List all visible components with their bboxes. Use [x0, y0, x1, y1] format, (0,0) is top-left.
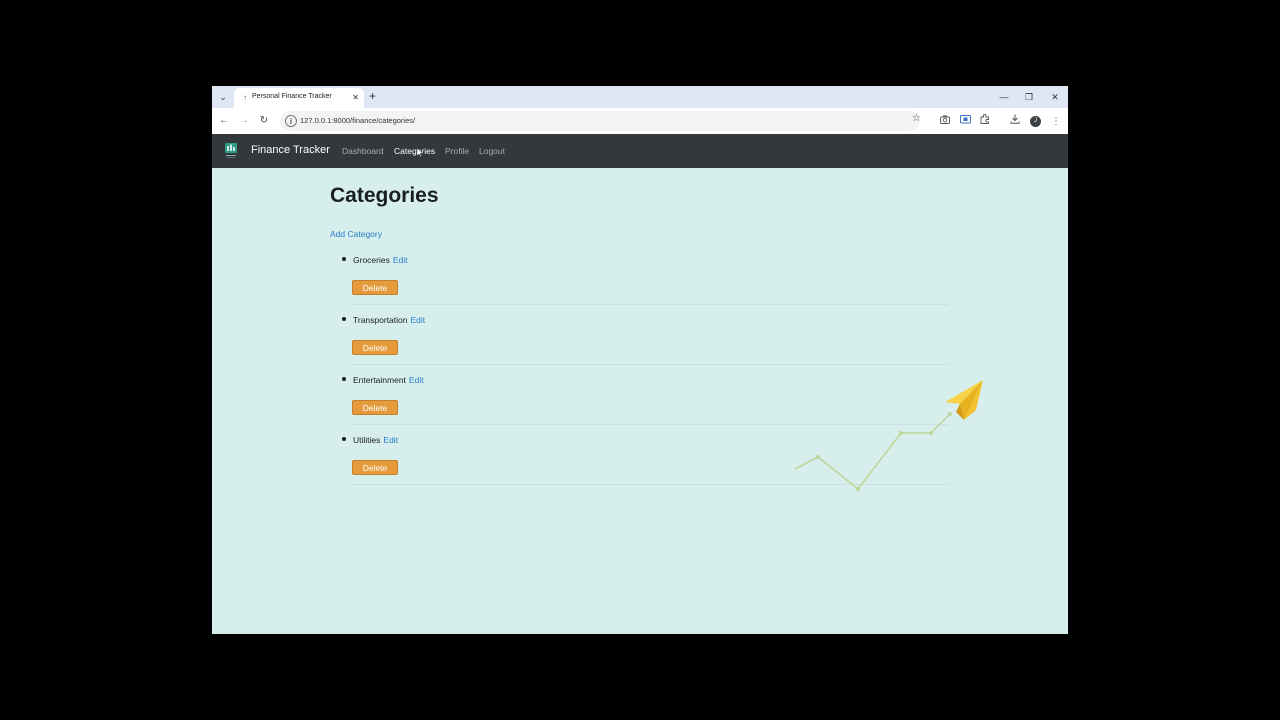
- category-name: Utilities Edit: [353, 435, 398, 445]
- trend-point: [899, 431, 903, 435]
- edit-link[interactable]: Edit: [383, 435, 398, 445]
- bullet: [342, 317, 346, 321]
- menu-dots-icon[interactable]: ⋮: [1049, 114, 1063, 128]
- nav-link-categories[interactable]: Categories: [394, 146, 435, 156]
- trend-point: [948, 412, 952, 416]
- site-info-icon[interactable]: i: [285, 115, 297, 127]
- trend-point: [816, 455, 820, 459]
- page-icon: ↑: [243, 93, 247, 102]
- site-navbar: Finance Tracker Dashboard Categories Pro…: [212, 134, 1068, 168]
- add-category-link[interactable]: Add Category: [330, 229, 382, 239]
- chevron-down-icon[interactable]: ⌄: [216, 90, 230, 104]
- restore-button[interactable]: ❐: [1022, 90, 1036, 104]
- browser-tab[interactable]: ↑ Personal Finance Tracker ✕: [234, 88, 364, 108]
- forward-arrow-icon[interactable]: →: [237, 114, 251, 128]
- nav-link-logout[interactable]: Logout: [479, 146, 505, 156]
- category-name-text: Groceries: [353, 255, 390, 265]
- category-name: Groceries Edit: [353, 255, 408, 265]
- profile-avatar[interactable]: J: [1030, 116, 1041, 127]
- camera-icon[interactable]: [938, 114, 952, 128]
- category-name-text: Transportation: [353, 315, 408, 325]
- tab-title: Personal Finance Tracker: [252, 93, 332, 100]
- download-icon[interactable]: [1008, 114, 1022, 128]
- delete-button[interactable]: Delete: [352, 280, 398, 295]
- delete-button[interactable]: Delete: [352, 400, 398, 415]
- plus-icon[interactable]: +: [369, 89, 376, 103]
- close-icon[interactable]: ✕: [352, 92, 359, 104]
- trend-point: [929, 431, 933, 435]
- extensions-icon[interactable]: [978, 113, 992, 128]
- paper-plane-illustration: [794, 380, 983, 491]
- reload-icon[interactable]: ↻: [257, 114, 271, 128]
- category-item-groceries: Groceries Edit Delete: [342, 249, 952, 309]
- page-title: Categories: [330, 184, 439, 207]
- browser-window: ⌄ ↑ Personal Finance Tracker ✕ + — ❐ ✕ ←…: [212, 86, 1068, 634]
- mouse-cursor-icon: [417, 148, 423, 157]
- trend-line: [794, 413, 951, 491]
- nav-link-dashboard[interactable]: Dashboard: [342, 146, 384, 156]
- brand-logo[interactable]: [224, 142, 238, 159]
- category-item-transportation: Transportation Edit Delete: [342, 309, 952, 369]
- nav-link-profile[interactable]: Profile: [445, 146, 469, 156]
- browser-toolbar: ← → ↻ i 127.0.0.1:8000/finance/categorie…: [212, 108, 1068, 134]
- brand-name[interactable]: Finance Tracker: [251, 144, 330, 156]
- divider: [352, 304, 948, 305]
- bullet: [342, 377, 346, 381]
- delete-button[interactable]: Delete: [352, 460, 398, 475]
- screen-share-icon[interactable]: [958, 114, 972, 128]
- bullet: [342, 437, 346, 441]
- divider: [352, 364, 948, 365]
- url-text[interactable]: 127.0.0.1:8000/finance/categories/: [300, 116, 415, 125]
- category-name-text: Entertainment: [353, 375, 406, 385]
- category-name: Entertainment Edit: [353, 375, 424, 385]
- edit-link[interactable]: Edit: [393, 255, 408, 265]
- bullet: [342, 257, 346, 261]
- category-name-text: Utilities: [353, 435, 381, 445]
- delete-button[interactable]: Delete: [352, 340, 398, 355]
- minimize-button[interactable]: —: [997, 90, 1011, 104]
- trend-point: [856, 487, 860, 491]
- back-arrow-icon[interactable]: ←: [217, 114, 231, 128]
- star-icon[interactable]: ☆: [912, 113, 921, 124]
- address-bar[interactable]: i 127.0.0.1:8000/finance/categories/: [280, 111, 920, 131]
- category-name: Transportation Edit: [353, 315, 425, 325]
- edit-link[interactable]: Edit: [411, 315, 426, 325]
- edit-link[interactable]: Edit: [409, 375, 424, 385]
- window-close-button[interactable]: ✕: [1048, 90, 1062, 104]
- tab-strip: ⌄ ↑ Personal Finance Tracker ✕ + — ❐ ✕: [212, 86, 1068, 108]
